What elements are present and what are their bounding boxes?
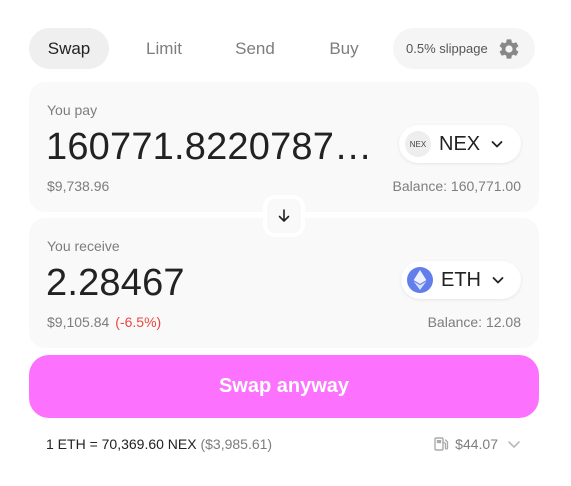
tab-limit[interactable]: Limit xyxy=(129,28,199,69)
receive-token-symbol: ETH xyxy=(441,268,481,291)
slippage-label: 0.5% slippage xyxy=(406,41,488,56)
gas-estimate-toggle[interactable]: $44.07 xyxy=(433,436,522,452)
switch-tokens-button[interactable] xyxy=(263,195,305,237)
nex-logo-icon: NEX xyxy=(405,131,431,157)
receive-balance: Balance: 12.08 xyxy=(427,314,521,330)
slippage-settings-button[interactable]: 0.5% slippage xyxy=(393,28,535,69)
receive-panel: You receive 2.28467 ETH $9,105.84 (-6.5%)… xyxy=(29,218,539,348)
chevron-down-icon xyxy=(492,277,504,284)
arrow-down-icon xyxy=(278,209,290,222)
tab-buy[interactable]: Buy xyxy=(311,28,377,69)
exchange-rate-usd: ($3,985.61) xyxy=(200,436,273,452)
gas-pump-icon xyxy=(434,437,449,451)
pay-token-symbol: NEX xyxy=(439,132,481,155)
pay-label: You pay xyxy=(47,102,98,118)
exchange-rate[interactable]: 1 ETH = 70,369.60 NEX ($3,985.61) xyxy=(46,436,272,452)
eth-diamond-icon xyxy=(413,270,427,290)
pay-amount-input[interactable]: 160771.82207871… xyxy=(46,126,391,169)
pay-token-selector[interactable]: NEX NEX xyxy=(399,125,521,163)
price-impact: (-6.5%) xyxy=(115,314,162,330)
tab-swap[interactable]: Swap xyxy=(29,28,109,69)
chevron-down-icon xyxy=(491,141,503,148)
swap-details: 1 ETH = 70,369.60 NEX ($3,985.61) $44.07 xyxy=(46,436,522,456)
swap-tabs: Swap Limit Send Buy 0.5% slippage xyxy=(29,28,537,70)
receive-usd-value: $9,105.84 (-6.5%) xyxy=(47,314,161,330)
receive-usd-amount: $9,105.84 xyxy=(47,314,110,330)
receive-amount-input[interactable]: 2.28467 xyxy=(46,262,391,305)
gear-icon xyxy=(499,39,519,59)
gas-fee-value: $44.07 xyxy=(455,436,498,452)
pay-usd-value: $9,738.96 xyxy=(47,178,110,194)
nex-logo-text: NEX xyxy=(409,139,427,149)
exchange-rate-value: 1 ETH = 70,369.60 NEX xyxy=(46,436,197,452)
pay-balance[interactable]: Balance: 160,771.00 xyxy=(393,178,521,194)
swap-anyway-button[interactable]: Swap anyway xyxy=(29,355,539,418)
eth-logo-icon xyxy=(407,267,433,293)
receive-label: You receive xyxy=(47,238,120,254)
tab-send[interactable]: Send xyxy=(219,28,291,69)
chevron-down-icon xyxy=(508,441,520,448)
receive-token-selector[interactable]: ETH xyxy=(401,261,521,299)
pay-panel: You pay 160771.82207871… NEX NEX $9,738.… xyxy=(29,82,539,212)
